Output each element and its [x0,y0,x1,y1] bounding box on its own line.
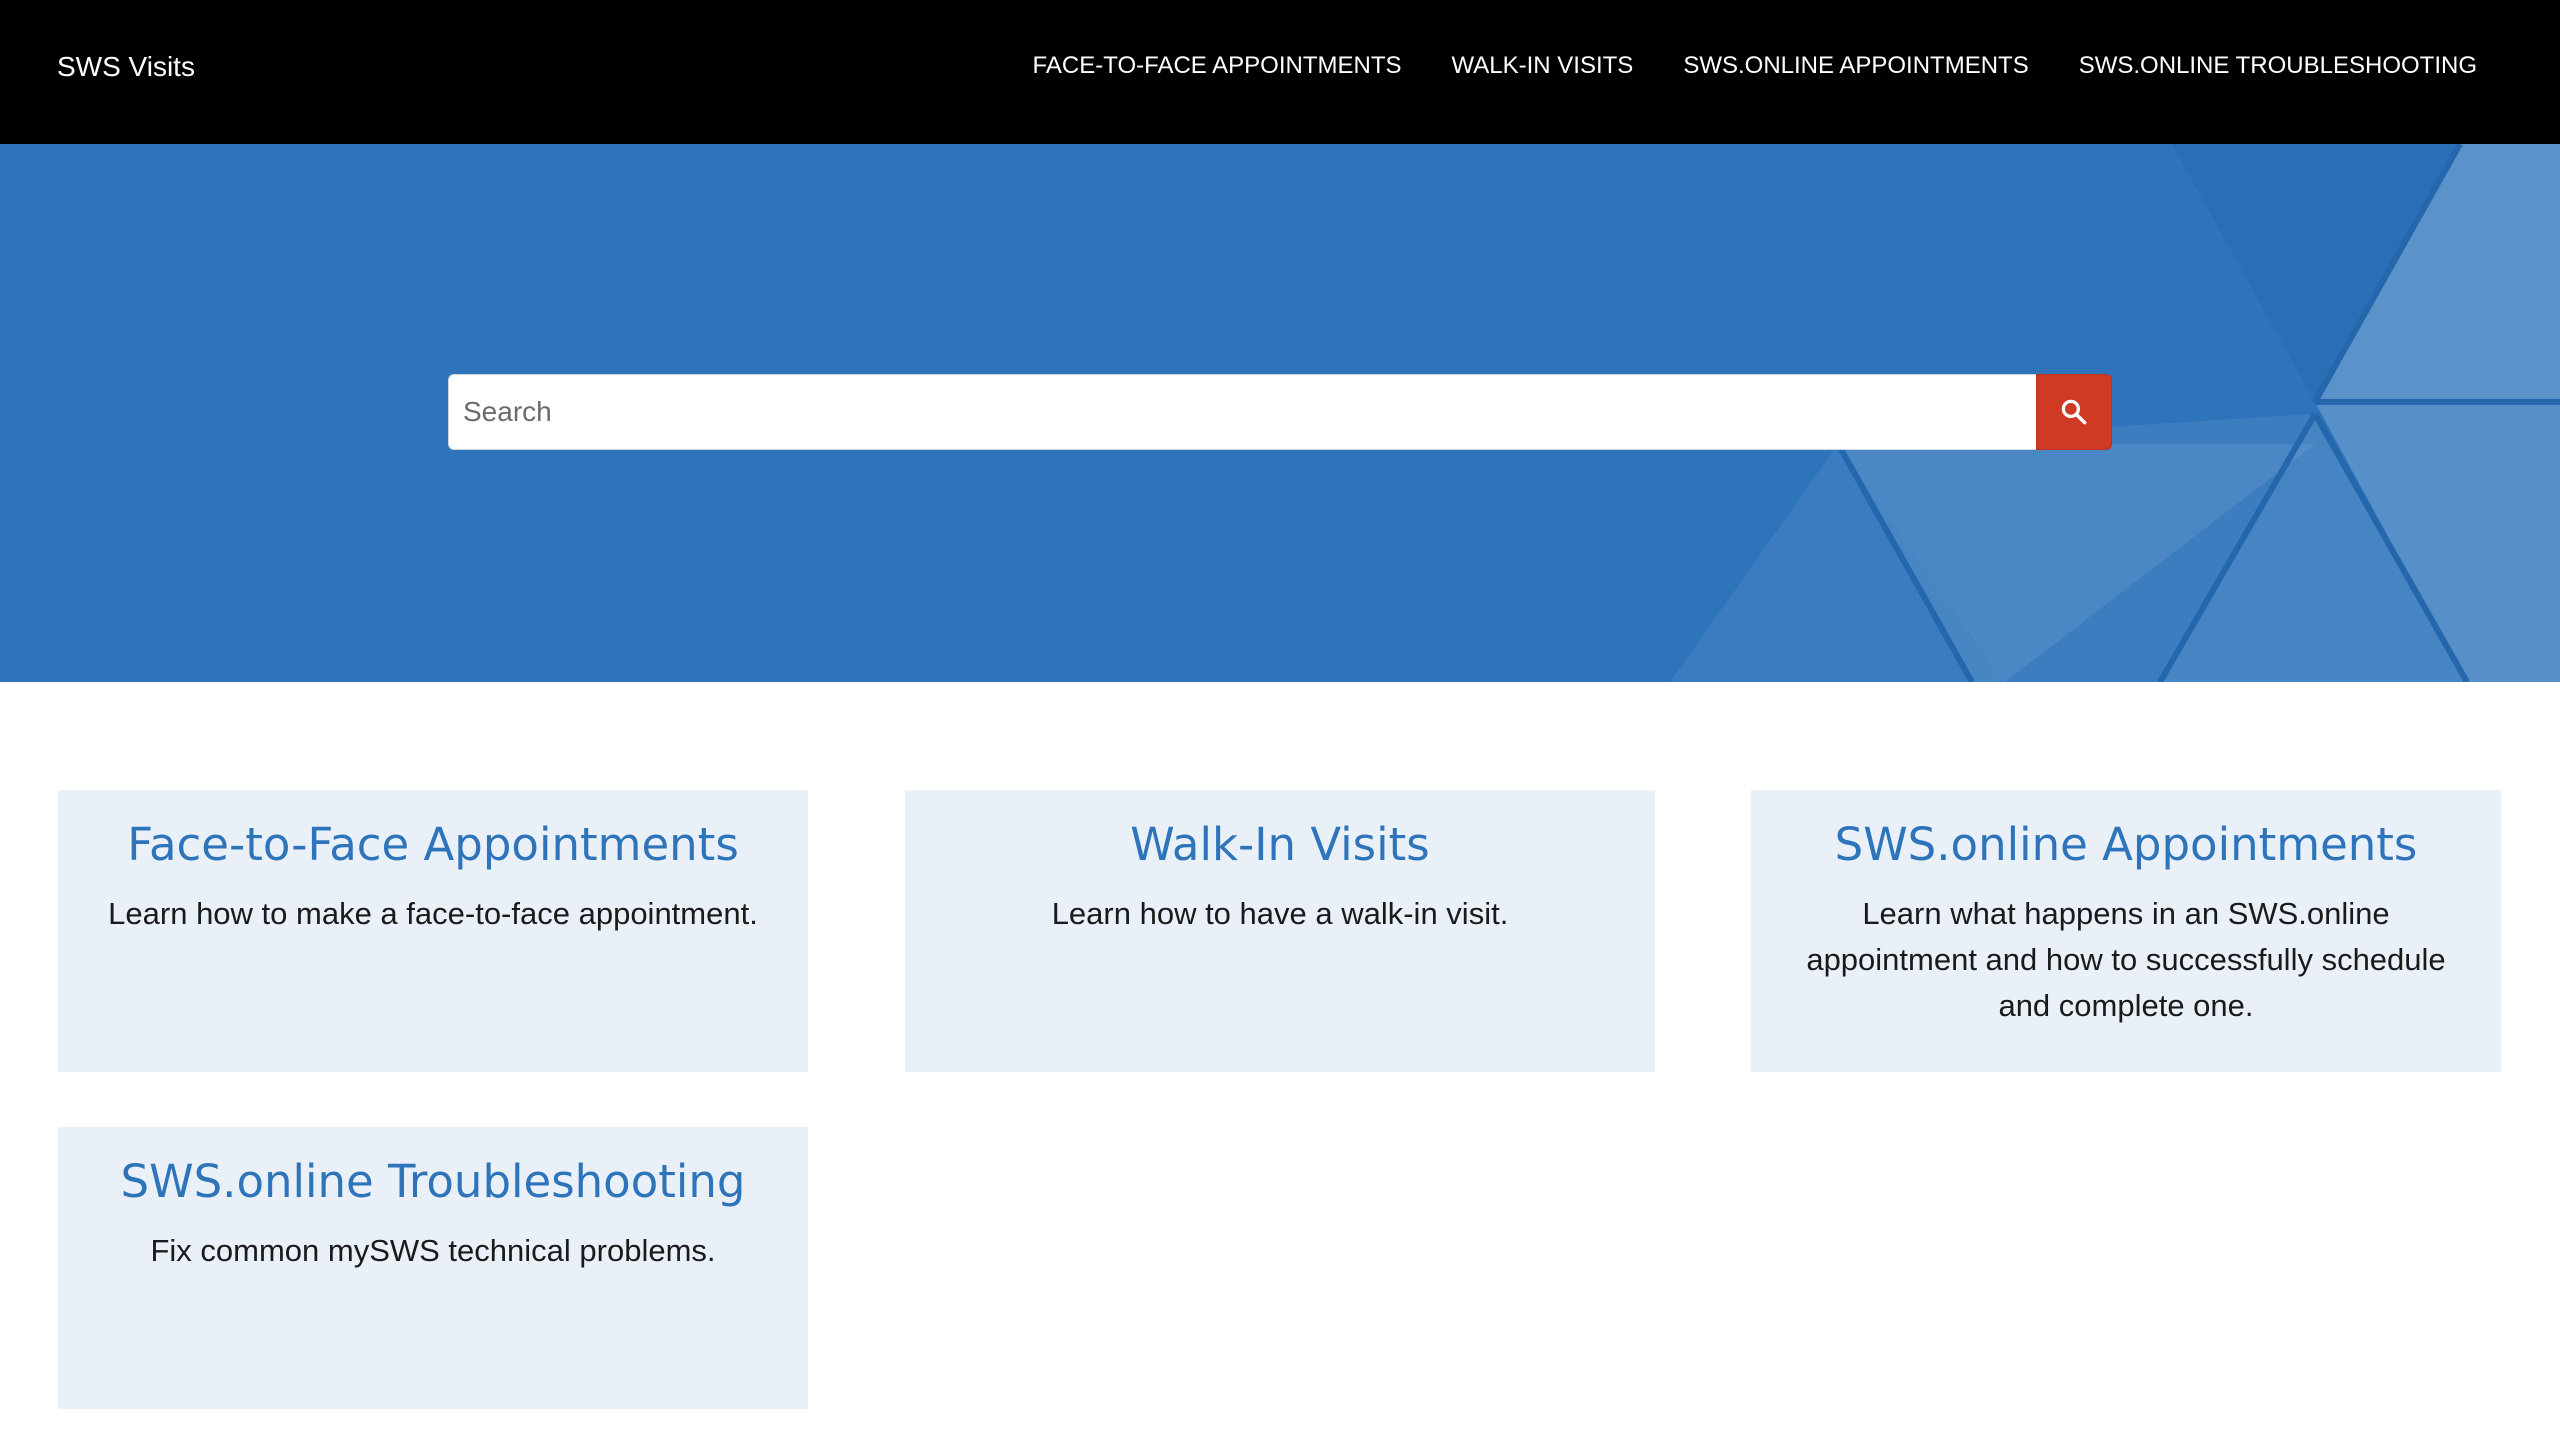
card-description: Learn how to have a walk-in visit. [1051,896,1509,931]
card-title: Face-to-Face Appointments [127,818,739,871]
top-navigation-bar: SWS Visits FACE-TO-FACE APPOINTMENTS WAL… [0,0,2560,144]
search-icon [2061,399,2087,425]
site-title-link[interactable]: SWS Visits [57,50,195,84]
nav-link-sws-online-troubleshooting[interactable]: SWS.ONLINE TROUBLESHOOTING [2079,49,2477,83]
card-description: Learn what happens in an SWS.online appo… [1806,896,2446,1023]
card-sws-online-appointments[interactable]: SWS.online Appointments Learn what happe… [1751,790,2501,1072]
search-input[interactable] [448,374,2036,450]
nav-link-walk-in-visits[interactable]: WALK-IN VISITS [1452,49,1634,83]
card-title: SWS.online Appointments [1834,818,2418,871]
card-face-to-face-appointments[interactable]: Face-to-Face Appointments Learn how to m… [58,790,808,1072]
nav-link-sws-online-appointments[interactable]: SWS.ONLINE APPOINTMENTS [1683,49,2028,83]
nav-link-face-to-face-appointments[interactable]: FACE-TO-FACE APPOINTMENTS [1033,49,1402,83]
card-title: Walk-In Visits [1130,818,1430,871]
hero-banner [0,144,2560,682]
card-title: SWS.online Troubleshooting [120,1155,746,1208]
card-description: Learn how to make a face-to-face appoint… [108,896,758,931]
card-walk-in-visits[interactable]: Walk-In Visits Learn how to have a walk-… [905,790,1655,1072]
search-button[interactable] [2036,374,2112,450]
main-nav: FACE-TO-FACE APPOINTMENTS WALK-IN VISITS… [1033,49,2477,83]
card-sws-online-troubleshooting[interactable]: SWS.online Troubleshooting Fix common my… [58,1127,808,1409]
card-description: Fix common mySWS technical problems. [150,1233,716,1268]
search-form [448,374,2112,450]
